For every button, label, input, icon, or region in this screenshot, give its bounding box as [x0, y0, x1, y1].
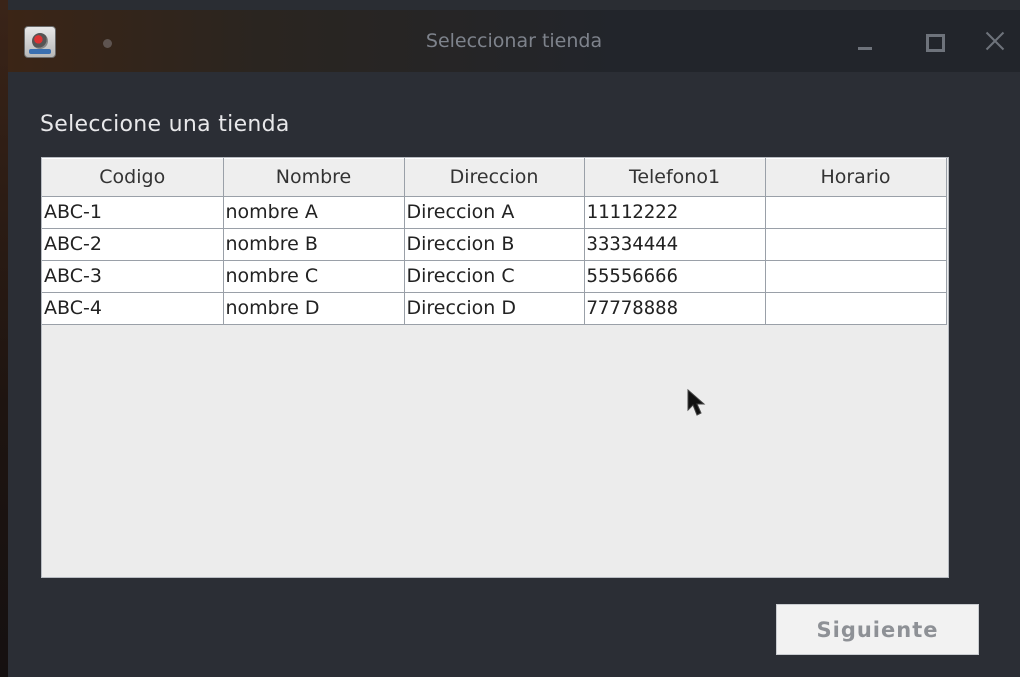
cell-horario[interactable]	[765, 260, 947, 293]
cell-codigo[interactable]: ABC-3	[42, 260, 224, 293]
cell-telefono[interactable]: 77778888	[584, 292, 766, 325]
cell-telefono[interactable]: 55556666	[584, 260, 766, 293]
table-row[interactable]: ABC-1 nombre A Direccion A 11112222	[42, 196, 947, 229]
cell-direccion[interactable]: Direccion C	[404, 260, 585, 293]
cell-nombre[interactable]: nombre A	[223, 196, 405, 229]
table-header-row: Codigo Nombre Direccion Telefono1 Horari…	[42, 158, 947, 197]
table-row[interactable]: ABC-2 nombre B Direccion B 33334444	[42, 228, 947, 261]
table-row[interactable]: ABC-3 nombre C Direccion C 55556666	[42, 260, 947, 293]
column-header-horario[interactable]: Horario	[765, 158, 947, 197]
column-header-direccion[interactable]: Direccion	[404, 158, 585, 197]
table-row[interactable]: ABC-4 nombre D Direccion D 77778888	[42, 292, 947, 325]
close-icon[interactable]	[980, 26, 1010, 56]
cell-codigo[interactable]: ABC-1	[42, 196, 224, 229]
minimize-icon[interactable]	[850, 26, 880, 56]
next-button[interactable]: Siguiente	[776, 604, 979, 655]
maximize-icon[interactable]	[918, 26, 948, 56]
cell-direccion[interactable]: Direccion B	[404, 228, 585, 261]
cell-horario[interactable]	[765, 292, 947, 325]
cell-codigo[interactable]: ABC-4	[42, 292, 224, 325]
title-bar[interactable]: Seleccionar tienda	[8, 10, 1020, 72]
cell-telefono[interactable]: 11112222	[584, 196, 766, 229]
page-title: Seleccione una tienda	[40, 112, 290, 137]
dialog-content: Seleccione una tienda Codigo Nombre Dire…	[8, 72, 1020, 677]
stores-table[interactable]: Codigo Nombre Direccion Telefono1 Horari…	[41, 157, 949, 578]
cell-nombre[interactable]: nombre D	[223, 292, 405, 325]
dialog-window: Seleccionar tienda Seleccione una tienda…	[8, 10, 1020, 677]
cell-direccion[interactable]: Direccion D	[404, 292, 585, 325]
cell-nombre[interactable]: nombre B	[223, 228, 405, 261]
cell-codigo[interactable]: ABC-2	[42, 228, 224, 261]
cell-horario[interactable]	[765, 228, 947, 261]
cell-horario[interactable]	[765, 196, 947, 229]
cell-telefono[interactable]: 33334444	[584, 228, 766, 261]
column-header-telefono[interactable]: Telefono1	[584, 158, 766, 197]
mouse-pointer-icon	[687, 388, 706, 416]
column-header-codigo[interactable]: Codigo	[42, 158, 224, 197]
desktop-background	[0, 0, 8, 677]
cell-direccion[interactable]: Direccion A	[404, 196, 585, 229]
column-header-nombre[interactable]: Nombre	[223, 158, 405, 197]
cell-nombre[interactable]: nombre C	[223, 260, 405, 293]
